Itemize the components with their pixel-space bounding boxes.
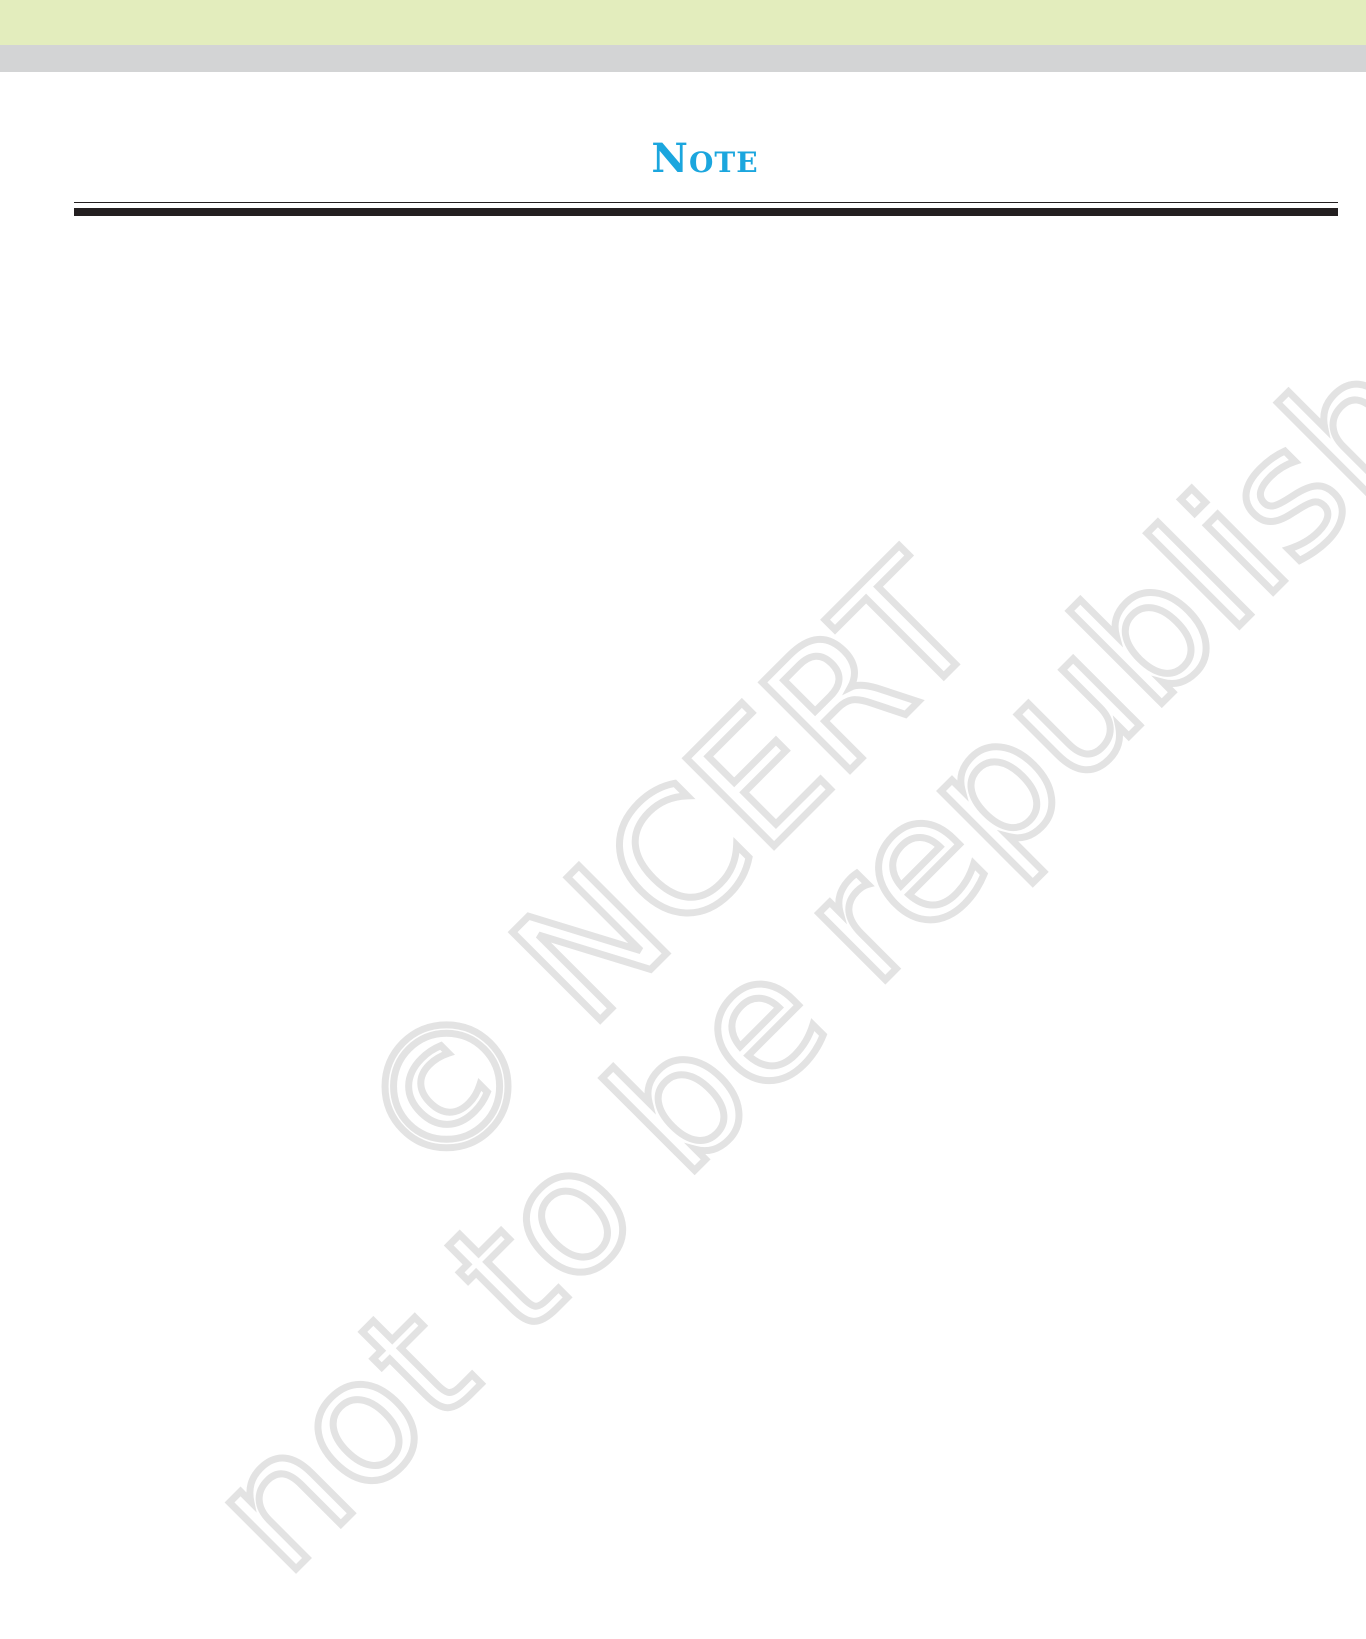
watermark-line-ncert: © NCERT bbox=[319, 522, 1016, 1219]
heading-rule-thick bbox=[74, 208, 1338, 216]
page-heading: Note bbox=[651, 135, 759, 182]
heading-rule-thin bbox=[74, 202, 1338, 203]
top-color-band bbox=[0, 0, 1366, 45]
grey-header-band bbox=[0, 45, 1366, 72]
copyright-watermark: © NCERT not to be republished bbox=[168, 160, 1366, 1612]
watermark-line-republished: not to be republished bbox=[172, 164, 1366, 1609]
